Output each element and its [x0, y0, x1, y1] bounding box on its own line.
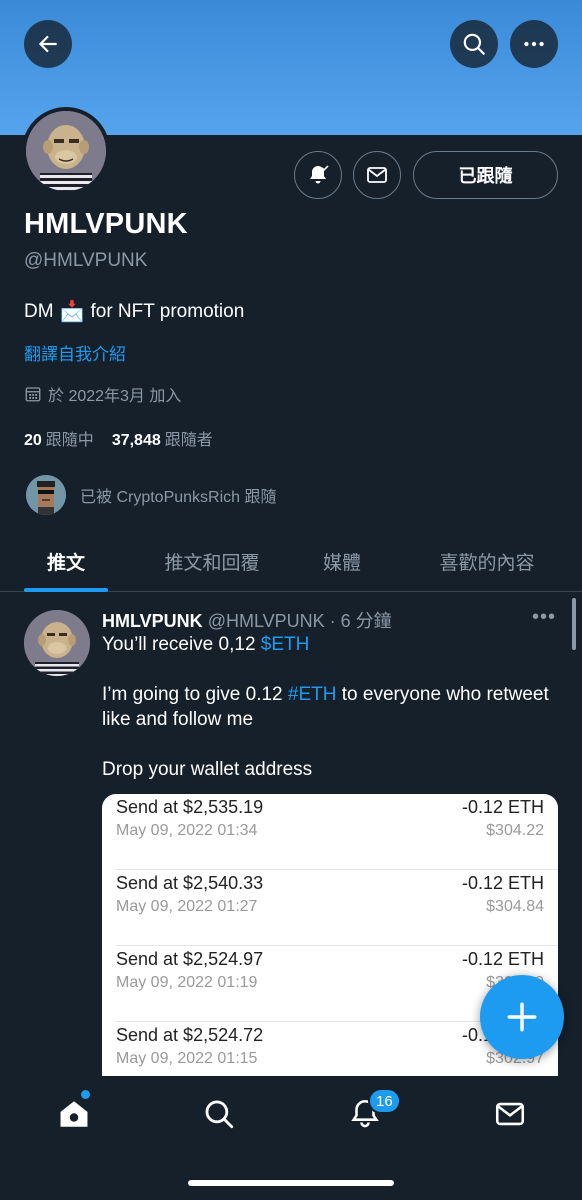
search-icon — [463, 33, 485, 55]
more-horizontal-icon — [524, 41, 544, 47]
home-icon — [60, 1101, 88, 1127]
nav-messages[interactable] — [486, 1092, 534, 1136]
calendar-icon — [25, 387, 41, 402]
mail-icon — [495, 1102, 525, 1126]
hashtag-link[interactable]: #ETH — [288, 684, 337, 705]
scrollbar[interactable] — [572, 598, 576, 650]
ape-avatar-image — [26, 111, 106, 191]
search-icon — [205, 1100, 234, 1129]
tab-likes[interactable]: 喜歡的內容 — [426, 530, 548, 592]
back-button[interactable] — [24, 20, 72, 68]
translate-bio-link[interactable]: 翻譯自我介紹 — [24, 340, 126, 365]
profile-handle: @HMLVPUNK — [24, 250, 148, 271]
tab-tweets[interactable]: 推文 — [24, 530, 108, 592]
follow-counts: 20 跟隨中 37,848 跟隨者 — [24, 426, 213, 450]
tweet-more-icon[interactable]: ••• — [532, 606, 556, 629]
notifications-badge: 16 — [368, 1088, 401, 1114]
tweet-line-2: I’m going to give 0.12 #ETH to everyone … — [102, 682, 549, 707]
tweet-text-span: I’m going to give 0.12 — [102, 684, 288, 705]
bio-suffix: for NFT promotion — [90, 300, 245, 322]
tweet-text-span: to everyone who retweet — [336, 684, 549, 705]
tx-amount: -0.12 ETH — [461, 949, 544, 969]
bio-prefix: DM — [24, 300, 54, 322]
bell-check-icon — [310, 165, 329, 184]
tx-date: May 09, 2022 01:34 — [116, 822, 258, 839]
following-label[interactable]: 跟隨中 — [46, 426, 94, 450]
following-button[interactable]: 已跟隨 — [413, 151, 558, 199]
cryptopunk-avatar-image — [26, 475, 66, 515]
message-button[interactable] — [353, 151, 401, 199]
more-options-button[interactable] — [510, 20, 558, 68]
mail-icon — [367, 167, 387, 183]
following-count[interactable]: 20 — [24, 432, 42, 450]
ape-avatar-image — [24, 610, 90, 676]
arrow-left-icon — [38, 35, 57, 53]
join-date: 於 2022年3月 加入 — [24, 382, 181, 406]
followed-by-row[interactable]: 已被 CryptoPunksRich 跟隨 — [26, 475, 277, 515]
tx-send: Send at $2,535.19 — [116, 797, 264, 817]
nav-home[interactable] — [50, 1092, 98, 1136]
tweet-header: HMLVPUNK @HMLVPUNK · 6 分鐘 — [102, 607, 392, 633]
tx-send: Send at $2,524.97 — [116, 949, 264, 969]
tweet-line-4: Drop your wallet address — [102, 759, 313, 780]
tab-media[interactable]: 媒體 — [306, 530, 378, 592]
tx-amount: -0.12 ETH — [461, 873, 544, 893]
tweet-author-avatar[interactable] — [24, 610, 90, 676]
tx-date: May 09, 2022 01:15 — [116, 1050, 258, 1067]
tx-usd: $304.22 — [486, 822, 544, 839]
followers-label[interactable]: 跟隨者 — [165, 426, 213, 450]
profile-tabs: 推文 推文和回覆 媒體 喜歡的內容 — [0, 530, 582, 592]
transaction-row: Send at $2,535.19 May 09, 2022 01:34 -0.… — [102, 794, 558, 870]
profile-name: HMLVPUNK — [24, 208, 188, 240]
home-indicator-bar[interactable] — [188, 1180, 394, 1186]
tweet-author-name[interactable]: HMLVPUNK — [102, 611, 203, 631]
tab-tweets-replies[interactable]: 推文和回覆 — [150, 530, 274, 592]
tx-date: May 09, 2022 01:19 — [116, 974, 258, 991]
notifications-subscribe-button[interactable] — [294, 151, 342, 199]
profile-bio: DM 📩 for NFT promotion — [24, 299, 244, 324]
tx-amount: -0.12 ETH — [461, 797, 544, 817]
search-button[interactable] — [450, 20, 498, 68]
tx-usd: $304.84 — [486, 898, 544, 915]
tweet-meta: @HMLVPUNK · 6 分鐘 — [207, 611, 392, 631]
active-tab-indicator — [24, 588, 108, 592]
nav-search[interactable] — [195, 1092, 243, 1136]
compose-tweet-button[interactable] — [480, 975, 564, 1059]
transaction-row: Send at $2,540.33 May 09, 2022 01:27 -0.… — [102, 870, 558, 946]
cashtag-link[interactable]: $ETH — [261, 634, 310, 655]
tweet-line-1: You’ll receive 0,12 $ETH — [102, 632, 309, 657]
followers-count[interactable]: 37,848 — [112, 432, 161, 450]
tx-date: May 09, 2022 01:27 — [116, 898, 258, 915]
tweet-text-span: You’ll receive 0,12 — [102, 634, 261, 655]
profile-avatar[interactable] — [22, 107, 110, 195]
tx-send: Send at $2,524.72 — [116, 1025, 264, 1045]
follower-avatar — [26, 475, 66, 515]
envelope-emoji-icon: 📩 — [59, 301, 85, 323]
home-new-indicator — [81, 1090, 90, 1099]
tx-send: Send at $2,540.33 — [116, 873, 264, 893]
tweet-line-3: like and follow me — [102, 709, 254, 730]
followed-by-text: 已被 CryptoPunksRich 跟隨 — [80, 489, 277, 506]
plus-icon — [507, 1002, 537, 1032]
join-date-text: 於 2022年3月 加入 — [48, 388, 182, 405]
